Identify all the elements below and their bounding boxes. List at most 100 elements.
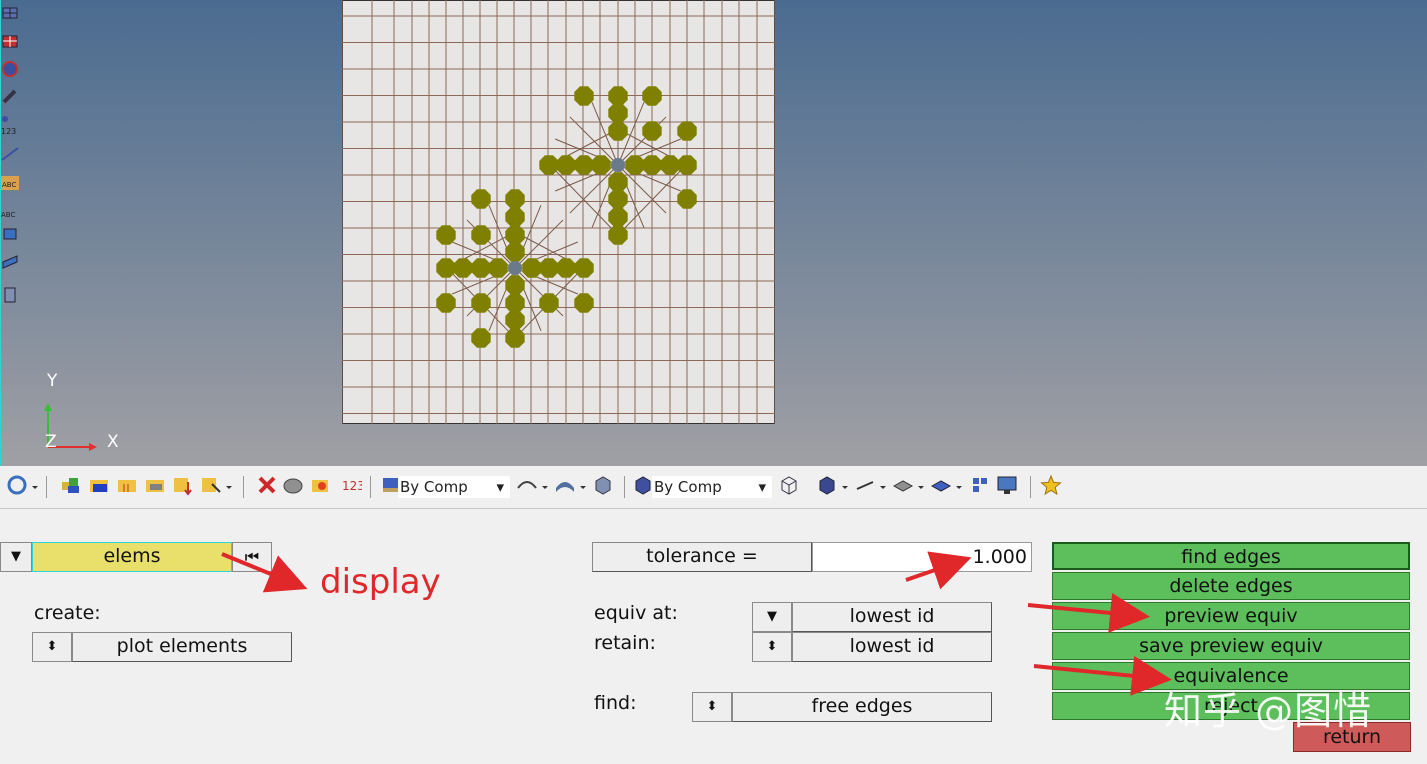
organize-icon[interactable]	[310, 474, 332, 496]
spider-line	[514, 219, 564, 269]
color-by-value: By Comp	[400, 478, 468, 496]
chevron-down-icon[interactable]	[224, 474, 234, 496]
skip-back-icon: ⏮	[244, 547, 260, 566]
mesh-node	[505, 189, 525, 209]
element-color-select[interactable]: By Comp ▾	[652, 476, 772, 498]
chevron-down-icon: ▾	[758, 478, 766, 496]
find-option[interactable]: free edges	[732, 692, 992, 722]
retain-label: retain:	[594, 632, 656, 654]
mesh-node	[505, 293, 525, 313]
equiv-at-toggle[interactable]: ▼	[752, 602, 792, 632]
blue-folder-icon[interactable]	[88, 474, 110, 496]
transform-icon[interactable]	[1, 225, 19, 245]
rotate-view-icon[interactable]	[6, 474, 28, 496]
spider-line	[617, 116, 667, 166]
mesh-node	[556, 155, 576, 175]
create-option[interactable]: plot elements	[72, 632, 292, 662]
chevron-down-icon[interactable]	[30, 474, 40, 496]
chevron-down-icon[interactable]	[540, 474, 550, 496]
axis-x-label: X	[107, 432, 119, 452]
surface-grid-icon[interactable]	[1, 4, 19, 24]
components-icon[interactable]	[60, 474, 82, 496]
chevron-down-icon[interactable]	[878, 474, 888, 496]
layout-icon[interactable]	[970, 474, 992, 496]
surface-shade-icon[interactable]	[554, 474, 576, 496]
mesh-node	[642, 86, 662, 106]
shading-icon[interactable]	[516, 474, 538, 496]
equiv-at-label: equiv at:	[594, 602, 678, 624]
folder-stack-icon[interactable]	[144, 474, 166, 496]
retain-toggle[interactable]: ⬍	[752, 632, 792, 662]
folder-down-icon[interactable]	[172, 474, 194, 496]
equiv-at-option[interactable]: lowest id	[792, 602, 992, 632]
find-edges-button[interactable]: find edges	[1052, 542, 1410, 570]
entity-selector[interactable]: elems	[32, 542, 232, 572]
mesh-node	[608, 86, 628, 106]
mesh-node	[471, 189, 491, 209]
updown-icon: ⬍	[766, 639, 778, 654]
chevron-down-icon[interactable]	[578, 474, 588, 496]
preview-equiv-button[interactable]: preview equiv	[1052, 602, 1410, 630]
mesh-node	[608, 172, 628, 192]
mesh-graphics	[342, 0, 775, 424]
chevron-down-icon[interactable]	[954, 474, 964, 496]
plane-mesh-icon[interactable]	[892, 474, 914, 496]
mesh-node	[453, 258, 473, 278]
mesh-node	[677, 155, 697, 175]
delete-edges-button[interactable]: delete edges	[1052, 572, 1410, 600]
chevron-down-icon: ▾	[496, 478, 504, 496]
mesh-node	[574, 293, 594, 313]
entity-toggle-button[interactable]: ▼	[0, 542, 32, 572]
mesh-node	[608, 121, 628, 141]
connector-icon[interactable]	[1, 88, 19, 108]
create-toggle-button[interactable]: ⬍	[32, 632, 72, 662]
plane-shaded-icon[interactable]	[930, 474, 952, 496]
chevron-down-icon[interactable]	[916, 474, 926, 496]
color-by-select[interactable]: By Comp ▾	[398, 476, 510, 498]
wireframe-cube-icon[interactable]	[778, 474, 800, 496]
create-label: create:	[34, 602, 101, 624]
mesh-node	[608, 189, 628, 209]
line-icon[interactable]	[854, 474, 876, 496]
mesh-red-icon[interactable]	[1, 32, 19, 52]
scale-icon[interactable]	[1, 142, 19, 162]
retain-option[interactable]: lowest id	[792, 632, 992, 662]
mesh-node	[471, 293, 491, 313]
mesh-node	[436, 258, 456, 278]
mesh-node	[505, 207, 525, 227]
label-abc-icon[interactable]: ABC	[1, 170, 19, 190]
folder-cursor-icon[interactable]	[200, 474, 222, 496]
folder-link-icon[interactable]	[116, 474, 138, 496]
tolerance-input[interactable]: 1.000	[812, 542, 1032, 572]
mesh-node	[505, 275, 525, 295]
mass-icon[interactable]	[1, 282, 19, 303]
solid-mesh-icon[interactable]	[1, 60, 19, 80]
solid-cube-icon[interactable]	[592, 474, 614, 496]
updown-icon: ⬍	[46, 639, 58, 654]
mask-icon[interactable]	[282, 474, 304, 496]
reset-selection-button[interactable]: ⏮	[232, 542, 272, 572]
mesh-cube-icon[interactable]	[816, 474, 838, 496]
star-icon[interactable]	[1040, 474, 1062, 496]
find-toggle[interactable]: ⬍	[692, 692, 732, 722]
axis-y-label: Y	[47, 371, 58, 391]
chevron-down-icon: ▼	[767, 609, 777, 624]
chevron-down-icon[interactable]	[840, 474, 850, 496]
find-label: find:	[594, 692, 637, 714]
numbering-icon[interactable]: 123	[1, 113, 19, 136]
mesh-node	[471, 258, 491, 278]
toolbar-separator	[624, 476, 625, 498]
spider-line	[569, 164, 619, 214]
tolerance-button[interactable]: tolerance =	[592, 542, 812, 572]
save-preview-equiv-button[interactable]: save preview equiv	[1052, 632, 1410, 660]
element-color-icon[interactable]	[632, 474, 654, 496]
label-abc-icon-2[interactable]: ABC	[1, 205, 19, 225]
delete-icon[interactable]	[256, 474, 278, 496]
monitor-icon[interactable]	[996, 474, 1018, 496]
watermark-text: 知乎 @图惜	[1164, 689, 1373, 733]
graphics-viewport[interactable]: 123 ABC ABC Y Z X	[0, 0, 1427, 466]
plane-icon[interactable]	[1, 254, 19, 274]
toolbar-separator	[46, 476, 47, 498]
renumber-icon[interactable]: 123	[340, 474, 365, 496]
mesh-node	[436, 225, 456, 245]
